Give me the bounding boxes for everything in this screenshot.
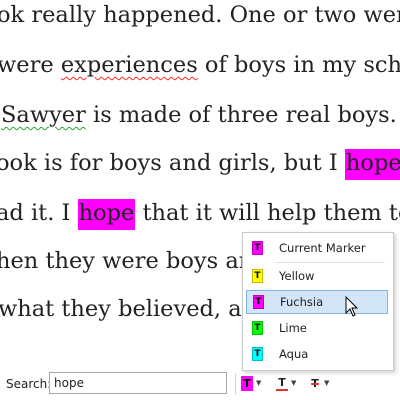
- font-color-icon: T: [276, 376, 288, 391]
- marker-color-menu: T Current Marker T Yellow T Fuchsia T Li…: [242, 232, 394, 371]
- toolbar-separator: [235, 374, 236, 394]
- chevron-down-icon[interactable]: ▼: [256, 379, 261, 387]
- search-input[interactable]: [49, 372, 227, 394]
- search-match-highlight[interactable]: hope: [77, 199, 136, 230]
- text-line-4: ook is for boys and girls, but I hope th: [0, 149, 400, 180]
- text-line-1: ok really happened. One or two were m: [0, 2, 400, 28]
- search-label: Search:: [6, 377, 52, 391]
- highlighter-icon: T: [241, 375, 253, 391]
- strikethrough-icon: T: [311, 376, 319, 390]
- text-line-3: Sawyer is made of three real boys.: [1, 102, 397, 128]
- menu-separator: [275, 262, 385, 263]
- marker-swatch-icon: T: [252, 241, 263, 255]
- chevron-down-icon[interactable]: ▼: [291, 379, 296, 387]
- grammar-flagged-word[interactable]: Sawyer: [1, 102, 86, 128]
- marker-swatch-icon: T: [253, 295, 264, 309]
- marker-swatch-icon: T: [252, 347, 263, 361]
- marker-swatch-icon: T: [252, 269, 263, 283]
- text-line-7: what they believed, ar: [0, 296, 253, 322]
- menu-item-yellow[interactable]: T Yellow: [246, 264, 388, 288]
- search-match-highlight[interactable]: hope: [344, 149, 400, 180]
- marker-swatch-icon: T: [252, 321, 263, 335]
- misspelled-word[interactable]: experiences: [61, 52, 198, 78]
- menu-item-aqua[interactable]: T Aqua: [246, 342, 388, 366]
- highlighter-button[interactable]: T ▼: [241, 374, 261, 392]
- text-line-5: ad it. I hope that it will help them to …: [0, 199, 400, 230]
- menu-item-fuchsia[interactable]: T Fuchsia: [246, 290, 388, 314]
- strikethrough-button[interactable]: T ▼: [309, 374, 329, 392]
- menu-item-lime[interactable]: T Lime: [246, 316, 388, 340]
- font-color-button[interactable]: T ▼: [276, 374, 296, 392]
- find-bar: Search: T ▼ T ▼ T ▼: [0, 368, 400, 400]
- mouse-pointer-icon: [345, 296, 359, 317]
- menu-item-current-marker[interactable]: T Current Marker: [246, 236, 388, 260]
- chevron-down-icon[interactable]: ▼: [324, 379, 329, 387]
- text-line-2: were experiences of boys in my schoo: [0, 52, 400, 78]
